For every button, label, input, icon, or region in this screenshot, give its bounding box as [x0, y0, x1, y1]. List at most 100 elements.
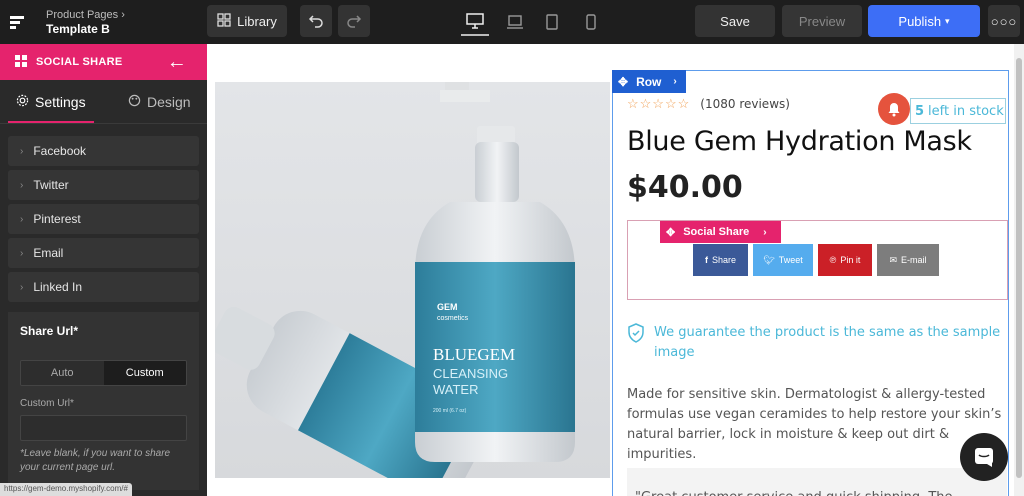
publish-button[interactable]: Publish ▾ — [868, 5, 980, 37]
tab-design[interactable]: Design — [128, 94, 191, 110]
tweet-label: Tweet — [778, 255, 803, 265]
undo-button[interactable] — [300, 5, 332, 37]
move-icon: ✥ — [618, 74, 629, 89]
tab-settings[interactable]: Settings — [16, 94, 86, 110]
pinterest-share-button[interactable]: ℗ Pin it — [818, 244, 872, 276]
canvas-scrollbar[interactable] — [1014, 44, 1024, 496]
editor-canvas[interactable]: GEM cosmetics BLUEGEM CLEANSING WATER 20… — [207, 44, 1024, 496]
chevron-right-icon: › — [20, 247, 24, 259]
more-options-button[interactable]: ○○○ — [988, 5, 1020, 37]
product-price: $40.00 — [627, 170, 743, 205]
chevron-right-icon: › — [121, 9, 125, 21]
desktop-icon — [466, 13, 484, 29]
redo-button[interactable] — [338, 5, 370, 37]
toggle-custom[interactable]: Custom — [103, 361, 186, 385]
twitter-icon: 🐦︎ — [763, 254, 775, 265]
move-icon: ✥ — [666, 226, 676, 239]
tab-settings-label: Settings — [35, 93, 86, 110]
sidebar-item-facebook[interactable]: › Facebook — [8, 136, 199, 166]
more-icon: ○○○ — [990, 13, 1018, 29]
page-name: Template B — [46, 22, 110, 36]
bottle-name-text: BLUEGEM — [433, 345, 515, 364]
share-url-section: Share Url* Auto Custom Custom Url* *Leav… — [8, 312, 199, 490]
pinit-label: Pin it — [840, 255, 861, 265]
product-description: Made for sensitive skin. Dermatologist &… — [627, 387, 1002, 462]
publish-label: Publish — [898, 13, 942, 29]
app-logo-icon[interactable] — [0, 0, 34, 44]
email-share-button[interactable]: ✉ E-mail — [877, 244, 939, 276]
tab-design-label: Design — [147, 93, 191, 110]
sidebar-tabs: Settings Design — [0, 80, 207, 124]
bell-icon — [878, 93, 910, 125]
scrollbar-thumb[interactable] — [1016, 58, 1022, 478]
chevron-right-icon: › — [20, 281, 24, 293]
row-tag[interactable]: ✥ Row › — [612, 70, 686, 93]
chevron-right-icon: › — [673, 76, 677, 87]
save-button[interactable]: Save — [695, 5, 775, 37]
gear-icon — [16, 94, 29, 110]
stock-counter: 5 left in stock — [910, 98, 1006, 124]
palette-icon — [128, 94, 141, 110]
sidebar-item-pinterest[interactable]: › Pinterest — [8, 204, 199, 234]
chevron-down-icon: ▾ — [945, 15, 950, 26]
twitter-share-button[interactable]: 🐦︎ Tweet — [753, 244, 813, 276]
chevron-right-icon: › — [20, 213, 24, 225]
chat-icon — [975, 448, 993, 467]
laptop-view-button[interactable] — [501, 8, 529, 36]
sidebar-item-email[interactable]: › Email — [8, 238, 199, 268]
chat-button[interactable] — [960, 433, 1008, 481]
rating-stars: ☆☆☆☆☆ (1080 reviews) — [627, 96, 790, 112]
tablet-view-button[interactable] — [538, 8, 566, 36]
sidebar-item-label: Linked In — [33, 280, 83, 294]
custom-url-label: Custom Url* — [20, 398, 74, 409]
laptop-icon — [507, 15, 523, 29]
star-icon: ☆☆☆☆☆ — [627, 96, 691, 111]
chevron-right-icon: › — [20, 179, 24, 191]
shield-icon — [628, 323, 644, 343]
breadcrumb[interactable]: Product Pages › Template B — [46, 8, 125, 36]
sidebar-item-linkedin[interactable]: › Linked In — [8, 272, 199, 302]
active-tab-indicator — [8, 121, 94, 123]
preview-button[interactable]: Preview — [782, 5, 862, 37]
share-label: Share — [711, 255, 737, 265]
product-image[interactable]: GEM cosmetics BLUEGEM CLEANSING WATER 20… — [209, 82, 610, 496]
pinterest-icon: ℗ — [829, 255, 837, 265]
custom-url-input[interactable] — [20, 415, 187, 441]
social-share-icon — [14, 54, 28, 71]
undo-icon — [308, 15, 323, 28]
email-icon: ✉ — [889, 254, 898, 265]
tablet-icon — [546, 14, 558, 30]
mobile-view-button[interactable] — [577, 8, 605, 36]
social-share-tag[interactable]: ✥ Social Share › — [660, 221, 781, 243]
library-button[interactable]: Library — [207, 5, 287, 37]
bottle-brand-sub-text: cosmetics — [437, 315, 469, 322]
custom-url-note: *Leave blank, if you want to share your … — [20, 448, 171, 473]
back-arrow-icon[interactable]: ← — [167, 51, 187, 74]
chevron-right-icon: › — [20, 145, 24, 157]
status-bar-url: https://gem-demo.myshopify.com/# — [0, 483, 132, 496]
stock-count: 5 — [915, 103, 925, 119]
sidebar: SOCIAL SHARE ← Settings Design › Facebook… — [0, 44, 207, 496]
bottle-sub1-text: CLEANSING — [433, 366, 508, 381]
library-label: Library — [237, 13, 277, 29]
product-title: Blue Gem Hydration Mask — [627, 126, 972, 157]
guarantee-text: We guarantee the product is the same as … — [654, 325, 1001, 360]
facebook-share-button[interactable]: f Share — [693, 244, 748, 276]
stock-text: left in stock — [928, 103, 1004, 119]
facebook-icon: f — [704, 255, 708, 265]
sidebar-item-twitter[interactable]: › Twitter — [8, 170, 199, 200]
sidebar-title: SOCIAL SHARE — [36, 56, 123, 68]
breadcrumb-parent[interactable]: Product Pages — [46, 9, 118, 21]
product-bottles-image: GEM cosmetics BLUEGEM CLEANSING WATER 20… — [209, 82, 575, 496]
sidebar-item-label: Facebook — [33, 144, 87, 158]
email-label: E-mail — [901, 255, 927, 265]
toggle-auto[interactable]: Auto — [21, 361, 104, 385]
bottle-sub2-text: WATER — [433, 382, 479, 397]
desktop-view-button[interactable] — [461, 8, 489, 36]
testimonial-quote: "Great customer service and quick shippi… — [627, 468, 1007, 496]
sidebar-header: SOCIAL SHARE ← — [0, 44, 207, 80]
sidebar-item-label: Email — [33, 246, 64, 260]
review-count[interactable]: (1080 reviews) — [700, 97, 790, 111]
chevron-right-icon: › — [763, 226, 767, 238]
row-tag-label: Row — [636, 74, 662, 89]
